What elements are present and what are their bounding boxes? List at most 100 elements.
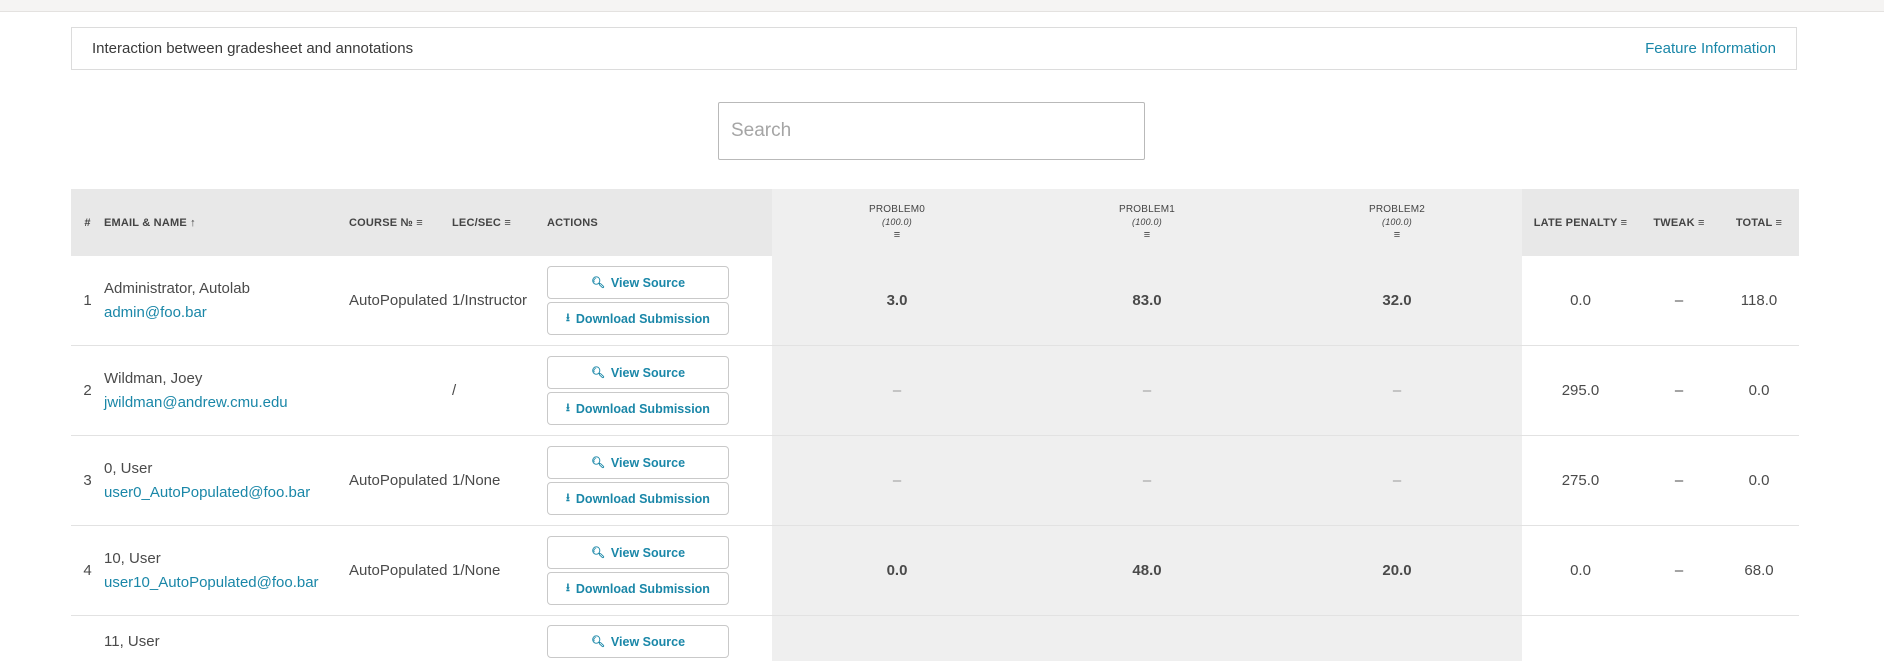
sort-icon: ≡ [894, 229, 901, 242]
student-name: 10, User [104, 547, 334, 571]
view-source-label: View Source [611, 635, 685, 649]
late-penalty-cell: 0.0 [1522, 526, 1639, 616]
gradesheet-table: # EMAIL & NAME ↑ COURSE № ≡ LEC/SEC ≡ AC… [71, 189, 1799, 661]
download-submission-button[interactable]: ⭳ Download Submission [547, 302, 729, 335]
problem1-score[interactable]: – [1022, 436, 1272, 526]
student-cell: Administrator, Autolab admin@foo.bar [104, 256, 334, 346]
problem1-score[interactable] [1022, 616, 1272, 661]
problem2-score[interactable] [1272, 616, 1522, 661]
sort-icon: ≡ [1621, 217, 1628, 229]
problem-name: PROBLEM1 [1119, 204, 1175, 215]
header-tweak[interactable]: TWEAK ≡ [1639, 189, 1719, 256]
table-row: 11, User 🔍︎ View Source [71, 616, 1799, 661]
total-cell: 0.0 [1719, 346, 1799, 436]
problem2-score[interactable]: 32.0 [1272, 256, 1522, 346]
problem0-score[interactable]: 3.0 [772, 256, 1022, 346]
actions-cell: 🔍︎View Source ⭳Download Submission [547, 346, 772, 436]
tweak-link[interactable]: – [1639, 256, 1719, 346]
student-email-link[interactable]: jwildman@andrew.cmu.edu [104, 391, 334, 415]
magnifier-icon: 🔍︎ [591, 635, 605, 648]
actions-cell: 🔍︎View Source ⭳Download Submission [547, 436, 772, 526]
sort-ascending-icon: ↑ [190, 217, 196, 229]
lecsec-cell: 1/Instructor [452, 256, 547, 346]
header-problem0[interactable]: PROBLEM0 (100.0) ≡ [772, 189, 1022, 256]
problem2-score[interactable]: – [1272, 436, 1522, 526]
actions-cell: 🔍︎View Source ⭳ Download Submission [547, 526, 772, 616]
download-icon: ⭳ [566, 579, 570, 598]
header-course[interactable]: COURSE № ≡ [334, 189, 452, 256]
feature-information-link[interactable]: Feature Information [1645, 40, 1776, 57]
magnifier-icon: 🔍︎ [591, 546, 605, 559]
header-index: # [71, 189, 104, 256]
header-late-penalty-label: LATE PENALTY [1534, 217, 1618, 229]
download-icon: ⭳ [566, 309, 570, 328]
header-total[interactable]: TOTAL ≡ [1719, 189, 1799, 256]
view-source-button[interactable]: 🔍︎View Source [547, 356, 729, 389]
table-row: 2 Wildman, Joey jwildman@andrew.cmu.edu … [71, 346, 1799, 436]
header-tweak-label: TWEAK [1653, 217, 1694, 229]
view-source-label: View Source [611, 456, 685, 470]
course-cell: AutoPopulated [334, 256, 452, 346]
view-source-button[interactable]: 🔍︎View Source [547, 536, 729, 569]
problem0-score[interactable]: – [772, 436, 1022, 526]
download-submission-button[interactable]: ⭳Download Submission [547, 392, 729, 425]
student-email-link[interactable]: admin@foo.bar [104, 301, 334, 325]
lecsec-cell [452, 616, 547, 661]
late-penalty-cell: 295.0 [1522, 346, 1639, 436]
problem1-score[interactable]: 48.0 [1022, 526, 1272, 616]
table-header-row: # EMAIL & NAME ↑ COURSE № ≡ LEC/SEC ≡ AC… [71, 189, 1799, 256]
header-lecsec[interactable]: LEC/SEC ≡ [452, 189, 547, 256]
lecsec-cell: 1/None [452, 526, 547, 616]
download-icon: ⭳ [566, 489, 570, 508]
late-penalty-cell: 0.0 [1522, 256, 1639, 346]
sort-icon: ≡ [416, 217, 423, 229]
student-email-link[interactable]: user10_AutoPopulated@foo.bar [104, 571, 334, 595]
student-cell: 11, User [104, 616, 334, 661]
problem0-score[interactable] [772, 616, 1022, 661]
top-strip [0, 0, 1884, 12]
total-cell: 0.0 [1719, 436, 1799, 526]
download-icon: ⭳ [566, 399, 570, 418]
tweak-link[interactable]: – [1639, 526, 1719, 616]
tweak-link[interactable]: – [1639, 346, 1719, 436]
student-name: Wildman, Joey [104, 367, 334, 391]
lecsec-cell: / [452, 346, 547, 436]
download-submission-button[interactable]: ⭳ Download Submission [547, 572, 729, 605]
download-submission-button[interactable]: ⭳Download Submission [547, 482, 729, 515]
header-late-penalty[interactable]: LATE PENALTY ≡ [1522, 189, 1639, 256]
view-source-button[interactable]: 🔍︎View Source [547, 446, 729, 479]
view-source-button[interactable]: 🔍︎ View Source [547, 625, 729, 658]
actions-cell: 🔍︎ View Source [547, 616, 772, 661]
problem2-score[interactable]: 20.0 [1272, 526, 1522, 616]
row-index: 2 [71, 346, 104, 436]
problem0-score[interactable]: 0.0 [772, 526, 1022, 616]
problem1-score[interactable]: 83.0 [1022, 256, 1272, 346]
student-name: Administrator, Autolab [104, 277, 334, 301]
problem0-score[interactable]: – [772, 346, 1022, 436]
header-total-label: TOTAL [1736, 217, 1772, 229]
problem-name: PROBLEM2 [1369, 204, 1425, 215]
download-submission-label: Download Submission [576, 582, 710, 596]
header-email-name[interactable]: EMAIL & NAME ↑ [104, 189, 334, 256]
header-problem1[interactable]: PROBLEM1 (100.0) ≡ [1022, 189, 1272, 256]
view-source-button[interactable]: 🔍︎View Source [547, 266, 729, 299]
student-cell: Wildman, Joey jwildman@andrew.cmu.edu [104, 346, 334, 436]
table-row: 1 Administrator, Autolab admin@foo.bar A… [71, 256, 1799, 346]
row-index: 4 [71, 526, 104, 616]
tweak-link[interactable]: – [1639, 436, 1719, 526]
student-name: 11, User [104, 630, 334, 654]
problem2-score[interactable]: – [1272, 346, 1522, 436]
sort-icon: ≡ [1394, 229, 1401, 242]
total-cell: 118.0 [1719, 256, 1799, 346]
search-input[interactable] [718, 102, 1145, 160]
problem-name: PROBLEM0 [869, 204, 925, 215]
view-source-label: View Source [611, 366, 685, 380]
tweak-link[interactable] [1639, 616, 1719, 661]
problem1-score[interactable]: – [1022, 346, 1272, 436]
sort-icon: ≡ [1698, 217, 1705, 229]
header-problem2[interactable]: PROBLEM2 (100.0) ≡ [1272, 189, 1522, 256]
student-name: 0, User [104, 457, 334, 481]
download-submission-label: Download Submission [576, 312, 710, 326]
student-email-link[interactable]: user0_AutoPopulated@foo.bar [104, 481, 334, 505]
course-cell: AutoPopulated [334, 526, 452, 616]
